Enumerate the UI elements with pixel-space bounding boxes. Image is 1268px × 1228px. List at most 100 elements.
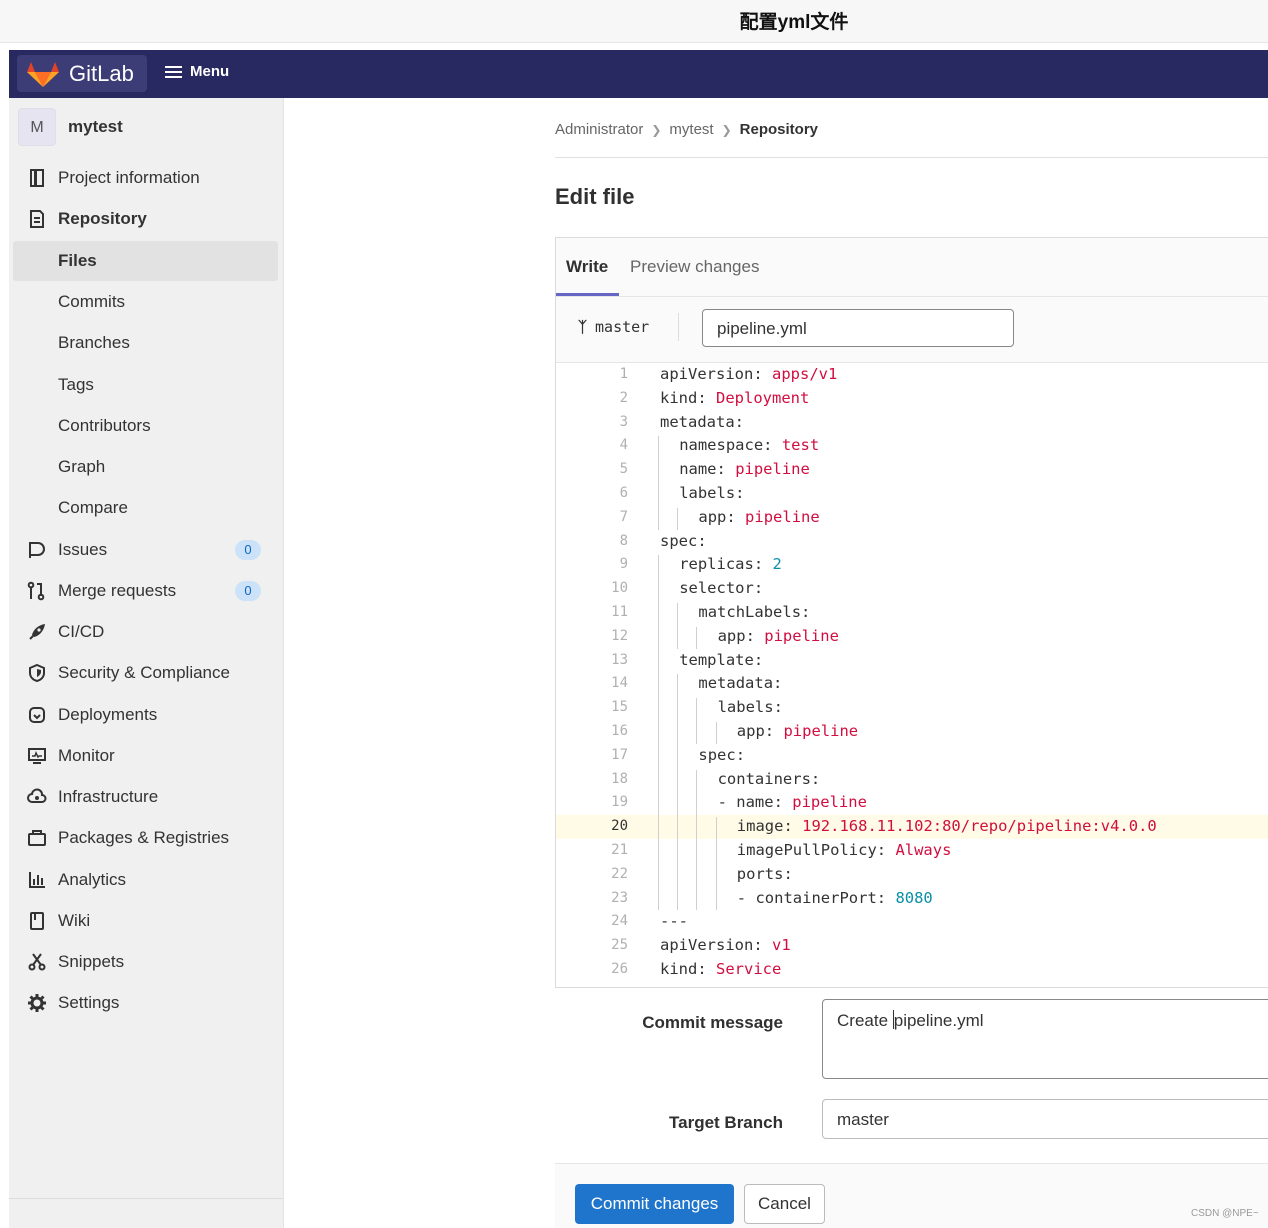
gitlab-logo-link[interactable]: GitLab: [17, 55, 147, 92]
code-line[interactable]: 10 selector:: [556, 577, 1268, 601]
commit-message-input[interactable]: Create pipeline.yml: [822, 999, 1268, 1079]
page-title: Edit file: [555, 184, 635, 209]
sidebar-item-merge-requests[interactable]: Merge requests 0: [13, 571, 278, 611]
file-name-input[interactable]: pipeline.yml: [702, 309, 1014, 347]
code-line[interactable]: 2 kind: Deployment: [556, 387, 1268, 411]
sidebar-item-infrastructure[interactable]: Infrastructure: [13, 777, 278, 817]
project-name: mytest: [68, 117, 123, 136]
sidebar-item-graph[interactable]: Graph: [13, 447, 278, 487]
sidebar-item-security-compliance[interactable]: Security & Compliance: [13, 653, 278, 693]
line-number: 23: [611, 889, 628, 906]
line-number: 1: [619, 366, 628, 382]
yaml-value: pipeline: [782, 793, 867, 812]
yaml-key: labels:: [717, 698, 783, 717]
chevron-right-icon: ❯: [651, 123, 662, 137]
code-line[interactable]: 11 matchLabels:: [556, 601, 1268, 625]
code-line[interactable]: 8 spec:: [556, 530, 1268, 554]
sidebar-item-issues[interactable]: Issues 0: [13, 530, 278, 570]
code-line[interactable]: 17 spec:: [556, 744, 1268, 768]
sidebar-item-analytics[interactable]: Analytics: [13, 860, 278, 900]
line-number: 3: [619, 413, 628, 430]
code-line[interactable]: 20 image: 192.168.11.102:80/repo/pipeline…: [556, 815, 1268, 840]
sidebar-item-label: Contributors: [58, 416, 151, 435]
line-number: 25: [611, 937, 628, 954]
sidebar-item-packages-registries[interactable]: Packages & Registries: [13, 818, 278, 858]
breadcrumb-administrator[interactable]: Administrator: [555, 121, 643, 138]
gear-icon: [28, 994, 46, 1012]
yaml-value: 2: [763, 555, 782, 574]
sidebar-item-ci-cd[interactable]: CI/CD: [13, 612, 278, 652]
code-line[interactable]: 1 apiVersion: apps/v1: [556, 363, 1268, 387]
code-line[interactable]: 13 template:: [556, 649, 1268, 673]
code-line[interactable]: 5 name: pipeline: [556, 458, 1268, 482]
code-line[interactable]: 15 labels:: [556, 696, 1268, 720]
yaml-key: apiVersion:: [660, 936, 763, 955]
top-navbar: GitLab Menu: [9, 50, 1268, 98]
line-number: 10: [611, 580, 628, 597]
yaml-value: 192.168.11.102:80/repo/pipeline:v4.0.0: [792, 817, 1157, 836]
collapse-sidebar-button[interactable]: [9, 1198, 283, 1228]
code-line[interactable]: 21 imagePullPolicy: Always: [556, 839, 1268, 863]
code-text: kind: Service: [660, 960, 781, 978]
sidebar-item-label: Files: [58, 251, 97, 270]
sidebar-item-label: Infrastructure: [58, 787, 159, 806]
code-text: image: 192.168.11.102:80/repo/pipeline:v…: [737, 817, 1157, 835]
sidebar-item-files[interactable]: Files: [13, 241, 278, 281]
sidebar-item-project-information[interactable]: Project information: [13, 158, 278, 198]
tab-preview-changes[interactable]: Preview changes: [630, 257, 759, 277]
yaml-value: Deployment: [706, 388, 810, 407]
code-editor[interactable]: 1 apiVersion: apps/v1 2 kind: Deployment 3 me…: [556, 363, 1268, 988]
code-line[interactable]: 6 labels:: [556, 482, 1268, 506]
tab-write[interactable]: Write: [566, 257, 608, 277]
yaml-value: Always: [886, 841, 952, 859]
code-line[interactable]: 9 replicas: 2: [556, 553, 1268, 577]
menu-button[interactable]: Menu: [165, 63, 229, 81]
sidebar-item-monitor[interactable]: Monitor: [13, 736, 278, 776]
code-text: apiVersion: apps/v1: [660, 365, 837, 383]
code-line[interactable]: 19 - name: pipeline: [556, 791, 1268, 815]
line-number: 13: [611, 651, 628, 668]
sidebar-item-settings[interactable]: Settings: [13, 983, 278, 1023]
sidebar-item-snippets[interactable]: Snippets: [13, 942, 278, 982]
line-number: 4: [619, 437, 628, 454]
sidebar-item-label: Graph: [58, 457, 106, 476]
sidebar-item-repository[interactable]: Repository: [13, 199, 278, 239]
yaml-key: ports:: [736, 864, 793, 883]
sidebar-item-compare[interactable]: Compare: [13, 488, 278, 528]
code-line[interactable]: 7 app: pipeline: [556, 506, 1268, 530]
line-number: 15: [611, 699, 628, 716]
code-line[interactable]: 4 namespace: test: [556, 434, 1268, 458]
code-line[interactable]: 18 containers:: [556, 768, 1268, 792]
cancel-button[interactable]: Cancel: [744, 1184, 825, 1224]
code-line[interactable]: 16 app: pipeline: [556, 720, 1268, 744]
code-line[interactable]: 25 apiVersion: v1: [556, 934, 1268, 958]
sidebar-item-contributors[interactable]: Contributors: [13, 406, 278, 446]
code-line[interactable]: 26 kind: Service: [556, 958, 1268, 982]
commit-changes-button[interactable]: Commit changes: [575, 1184, 734, 1224]
branch-icon: ᛉ: [578, 318, 588, 336]
sidebar-item-deployments[interactable]: Deployments: [13, 695, 278, 735]
sidebar-item-label: Project information: [58, 168, 200, 187]
indent-guide: [658, 555, 659, 911]
sidebar-item-commits[interactable]: Commits: [13, 282, 278, 322]
deployments-icon: [29, 707, 45, 723]
editor-tabs: Write Preview changes: [556, 238, 1268, 297]
merge-requests-count-badge: 0: [235, 581, 261, 601]
yaml-key: imagePullPolicy:: [736, 841, 887, 859]
code-line[interactable]: 24 ---: [556, 910, 1268, 934]
target-branch-input[interactable]: master: [822, 1099, 1268, 1139]
sidebar-item-wiki[interactable]: Wiki: [13, 901, 278, 941]
code-line[interactable]: 3 metadata:: [556, 411, 1268, 435]
breadcrumb-project[interactable]: mytest: [669, 121, 713, 138]
sidebar-item-tags[interactable]: Tags: [13, 365, 278, 405]
code-line[interactable]: 12 app: pipeline: [556, 625, 1268, 649]
filebar-divider: [678, 313, 679, 341]
page-caption: 配置yml文件: [739, 12, 849, 33]
code-line[interactable]: 23 - containerPort: 8080: [556, 887, 1268, 911]
indent-guide: [696, 769, 698, 911]
sidebar-item-branches[interactable]: Branches: [13, 323, 278, 363]
breadcrumb: Administrator ❯ mytest ❯ Repository: [555, 121, 818, 138]
code-line[interactable]: 14 metadata:: [556, 672, 1268, 696]
code-line[interactable]: 22 ports:: [556, 863, 1268, 887]
breadcrumb-repository[interactable]: Repository: [740, 121, 818, 138]
